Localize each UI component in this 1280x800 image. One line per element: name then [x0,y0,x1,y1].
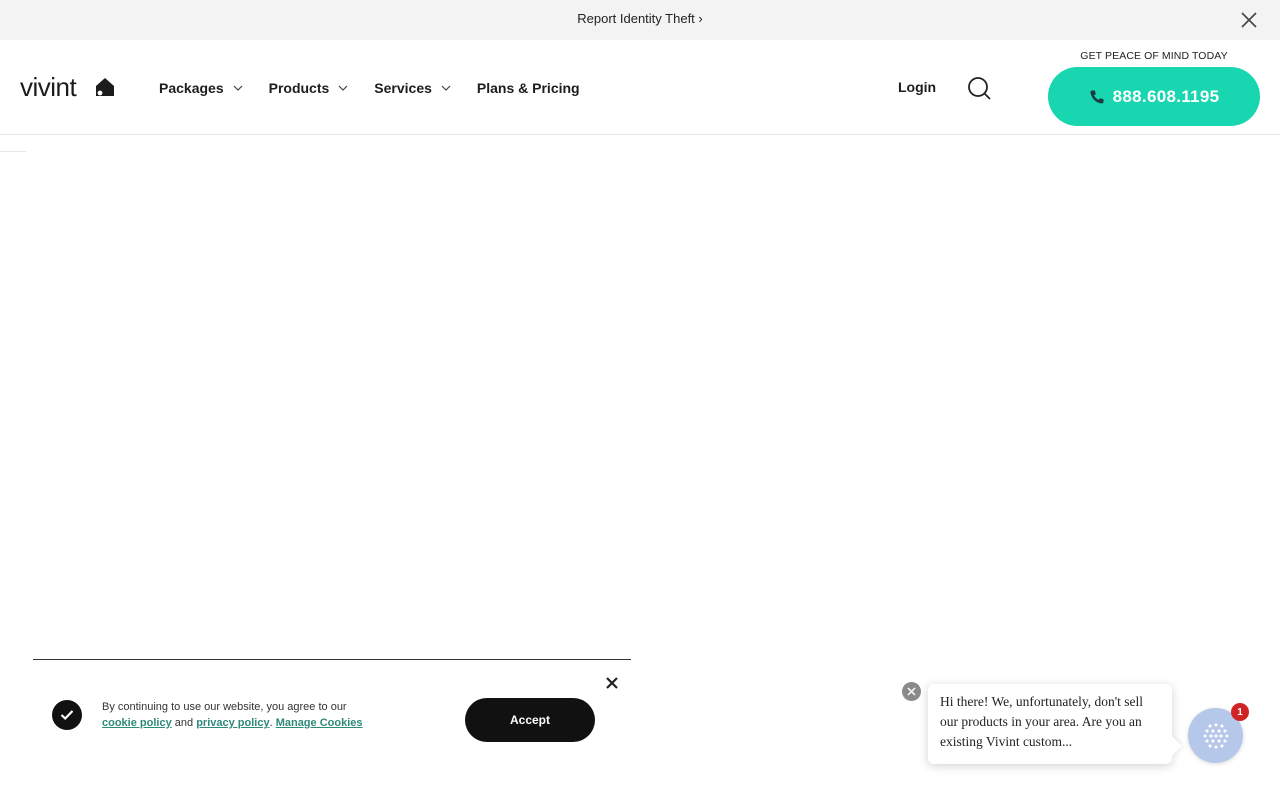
nav-label: Packages [159,80,224,96]
site-header: vivint Packages Products Services Plans … [0,40,1280,135]
chevron-down-icon [233,85,243,91]
search-icon[interactable] [967,76,992,101]
nav-label: Plans & Pricing [476,80,580,96]
close-icon[interactable] [605,676,619,690]
cookie-banner: By continuing to use our website, you ag… [33,659,631,800]
nav-item-products[interactable]: Products [269,80,349,96]
chat-unread-badge: 1 [1231,703,1249,721]
vivint-logo[interactable]: vivint [20,74,116,100]
chat-dismiss-button[interactable] [902,682,921,701]
phone-number: 888.608.1195 [1112,86,1220,106]
close-icon[interactable] [1240,11,1258,29]
login-link[interactable]: Login [898,79,936,95]
house-icon [96,78,114,96]
manage-cookies-link[interactable]: Manage Cookies [276,717,363,729]
chat-message-text: Hi there! We, unfortunately, don't sell … [940,694,1144,749]
close-icon [907,687,916,696]
nav-item-plans-pricing[interactable]: Plans & Pricing [477,80,580,96]
nav-label: Products [268,80,330,96]
cta-label: GET PEACE OF MIND TODAY [1080,50,1228,62]
top-banner: Report Identity Theft › [0,0,1280,40]
cookie-separator: . [269,717,273,729]
nav-label: Services [374,80,432,96]
privacy-policy-link[interactable]: privacy policy [196,717,269,729]
report-identity-theft-label[interactable]: Report Identity Theft › [577,11,703,26]
call-button[interactable]: 888.608.1195 [1048,67,1260,126]
divider [0,151,26,152]
cookie-policy-link[interactable]: cookie policy [102,717,172,729]
chevron-down-icon [441,85,451,91]
chevron-down-icon [338,85,348,91]
phone-icon [1090,90,1104,104]
cookie-text: By continuing to use our website, you ag… [102,699,442,731]
nav-item-packages[interactable]: Packages [159,80,243,96]
report-identity-theft-link[interactable]: Report Identity Theft › [0,11,1280,26]
logo-text: vivint [20,72,77,102]
cookie-and-text: and [174,717,194,729]
accept-cookies-button[interactable]: Accept [465,698,595,742]
chat-message-bubble[interactable]: Hi there! We, unfortunately, don't sell … [928,684,1172,764]
main-nav: Packages Products Services Plans & Prici… [159,78,606,98]
check-icon [52,700,82,730]
nav-item-services[interactable]: Services [374,80,451,96]
chat-globe-icon [1203,723,1228,748]
cookie-text-prefix: By continuing to use our website, you ag… [102,701,347,713]
